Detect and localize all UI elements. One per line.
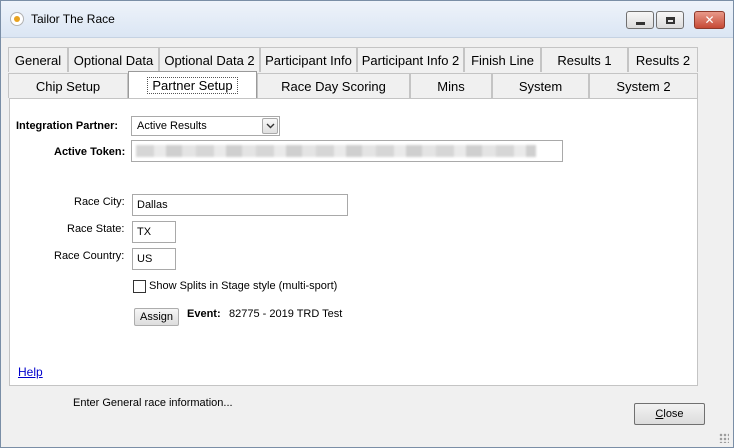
- close-button-label: Close: [655, 408, 684, 420]
- tab-results-2[interactable]: Results 2: [628, 47, 698, 72]
- tab-system-2[interactable]: System 2: [589, 73, 698, 98]
- tab-participant-info[interactable]: Participant Info: [260, 47, 357, 72]
- redacted-token: [136, 145, 536, 157]
- tab-label: Chip Setup: [35, 78, 101, 94]
- tab-label: System: [518, 78, 563, 94]
- title-bar[interactable]: Tailor The Race ✕: [1, 1, 733, 38]
- tab-system[interactable]: System: [492, 73, 589, 98]
- tab-label: Participant Info 2: [361, 52, 460, 68]
- race-state-input[interactable]: [132, 221, 176, 243]
- tab-label: General: [14, 52, 62, 68]
- integration-partner-label: Integration Partner:: [16, 120, 119, 132]
- tab-label: Race Day Scoring: [281, 78, 386, 94]
- race-country-input[interactable]: [132, 248, 176, 270]
- resize-grip[interactable]: [719, 433, 729, 443]
- window-title: Tailor The Race: [31, 12, 115, 26]
- minimize-button[interactable]: [626, 11, 654, 29]
- active-token-input[interactable]: [131, 140, 563, 162]
- tab-general[interactable]: General: [8, 47, 68, 72]
- tab-label: System 2: [616, 78, 671, 94]
- close-icon: ✕: [704, 13, 715, 27]
- race-city-input[interactable]: [132, 194, 348, 216]
- integration-partner-value: Active Results: [137, 120, 207, 132]
- race-city-label: Race City:: [74, 196, 125, 208]
- tab-label: Results 2: [635, 52, 691, 68]
- tab-finish-line[interactable]: Finish Line: [464, 47, 541, 72]
- assign-button-label: Assign: [139, 311, 174, 323]
- maximize-button[interactable]: [656, 11, 684, 29]
- status-text: Enter General race information...: [73, 397, 233, 409]
- minimize-icon: [635, 21, 645, 25]
- app-icon: [10, 12, 24, 26]
- tab-chip-setup[interactable]: Chip Setup: [8, 73, 128, 98]
- chevron-down-icon: [266, 123, 274, 129]
- tab-label: Results 1: [557, 52, 612, 68]
- tab-mins[interactable]: Mins: [410, 73, 492, 98]
- tab-partner-setup[interactable]: Partner Setup: [128, 71, 257, 98]
- close-button[interactable]: Close: [634, 403, 705, 425]
- help-link[interactable]: Help: [18, 365, 43, 379]
- dropdown-button[interactable]: [262, 118, 278, 134]
- tab-optional-data-2[interactable]: Optional Data 2: [159, 47, 260, 72]
- tab-label: Finish Line: [471, 52, 534, 68]
- tab-label: Optional Data 2: [164, 52, 255, 68]
- race-country-label: Race Country:: [54, 250, 125, 262]
- tab-race-day-scoring[interactable]: Race Day Scoring: [257, 73, 410, 98]
- tab-participant-info-2[interactable]: Participant Info 2: [357, 47, 464, 72]
- active-token-label: Active Token:: [54, 146, 126, 158]
- close-window-button[interactable]: ✕: [694, 11, 725, 29]
- show-splits-checkbox[interactable]: [133, 280, 146, 293]
- tab-label: Mins: [437, 78, 465, 94]
- integration-partner-select[interactable]: Active Results: [131, 116, 280, 136]
- tab-results-1[interactable]: Results 1: [541, 47, 628, 72]
- assign-button[interactable]: Assign: [134, 308, 179, 326]
- tab-label: Optional Data: [73, 52, 154, 68]
- maximize-icon: [665, 16, 675, 24]
- tab-label: Participant Info: [265, 52, 352, 68]
- show-splits-label: Show Splits in Stage style (multi-sport): [149, 280, 338, 292]
- tab-label: Partner Setup: [147, 76, 238, 94]
- event-label: Event:: [187, 308, 221, 320]
- race-state-label: Race State:: [67, 223, 125, 235]
- tab-optional-data[interactable]: Optional Data: [68, 47, 159, 72]
- app-window: Tailor The Race ✕ General Optional Data …: [0, 0, 734, 448]
- event-value: 82775 - 2019 TRD Test: [229, 308, 343, 320]
